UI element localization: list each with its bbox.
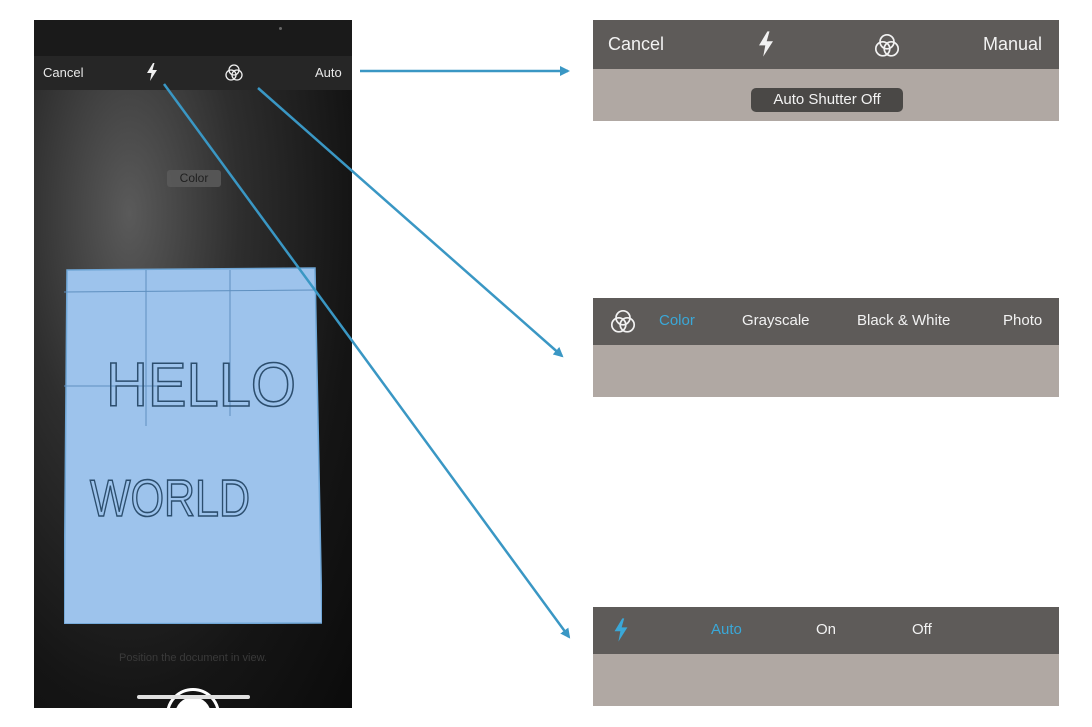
color-filter-icon[interactable] bbox=[873, 32, 901, 60]
flash-option-on[interactable]: On bbox=[816, 621, 836, 638]
cancel-button[interactable]: Cancel bbox=[608, 34, 664, 55]
flash-icon[interactable] bbox=[756, 30, 776, 58]
zoom-panel-flash: Auto On Off bbox=[593, 607, 1059, 706]
filter-option-color[interactable]: Color bbox=[659, 312, 695, 329]
position-hint: Position the document in view. bbox=[119, 652, 267, 664]
panel-toolbar: Cancel Manual bbox=[593, 20, 1059, 69]
filter-option-grayscale[interactable]: Grayscale bbox=[742, 312, 810, 329]
flash-icon[interactable] bbox=[612, 616, 630, 644]
camera-toolbar: Cancel Auto bbox=[34, 56, 352, 90]
handwriting-hello: HELLO bbox=[106, 351, 296, 420]
detected-document: HELLO WORLD bbox=[64, 267, 322, 624]
color-filter-icon[interactable] bbox=[609, 308, 637, 336]
cancel-button[interactable]: Cancel bbox=[43, 65, 83, 80]
flash-mode-label[interactable]: Auto bbox=[315, 65, 342, 80]
phone-screen: Cancel Auto Color HELLO WORLD Position t… bbox=[34, 20, 352, 708]
panel-preview bbox=[593, 345, 1059, 397]
manual-button[interactable]: Manual bbox=[983, 34, 1042, 55]
flash-option-auto[interactable]: Auto bbox=[711, 621, 742, 638]
home-indicator bbox=[137, 695, 250, 699]
flash-option-off[interactable]: Off bbox=[912, 621, 932, 638]
auto-shutter-pill: Auto Shutter Off bbox=[751, 88, 903, 112]
camera-dot bbox=[279, 27, 282, 30]
status-bar bbox=[34, 20, 352, 56]
zoom-panel-filter: Color Grayscale Black & White Photo bbox=[593, 298, 1059, 397]
camera-viewfinder: Color HELLO WORLD Position the document … bbox=[34, 90, 352, 708]
flash-toolbar: Auto On Off bbox=[593, 607, 1059, 654]
color-mode-chip: Color bbox=[167, 170, 221, 187]
filter-toolbar: Color Grayscale Black & White Photo bbox=[593, 298, 1059, 345]
color-filter-icon[interactable] bbox=[224, 63, 244, 83]
filter-option-black-white[interactable]: Black & White bbox=[857, 312, 950, 329]
filter-option-photo[interactable]: Photo bbox=[1003, 312, 1042, 329]
handwriting-world: WORLD bbox=[90, 470, 250, 528]
panel-preview bbox=[593, 654, 1059, 706]
flash-icon[interactable] bbox=[145, 62, 159, 82]
zoom-panel-shutter: Cancel Manual Auto Shutter Off bbox=[593, 20, 1059, 121]
